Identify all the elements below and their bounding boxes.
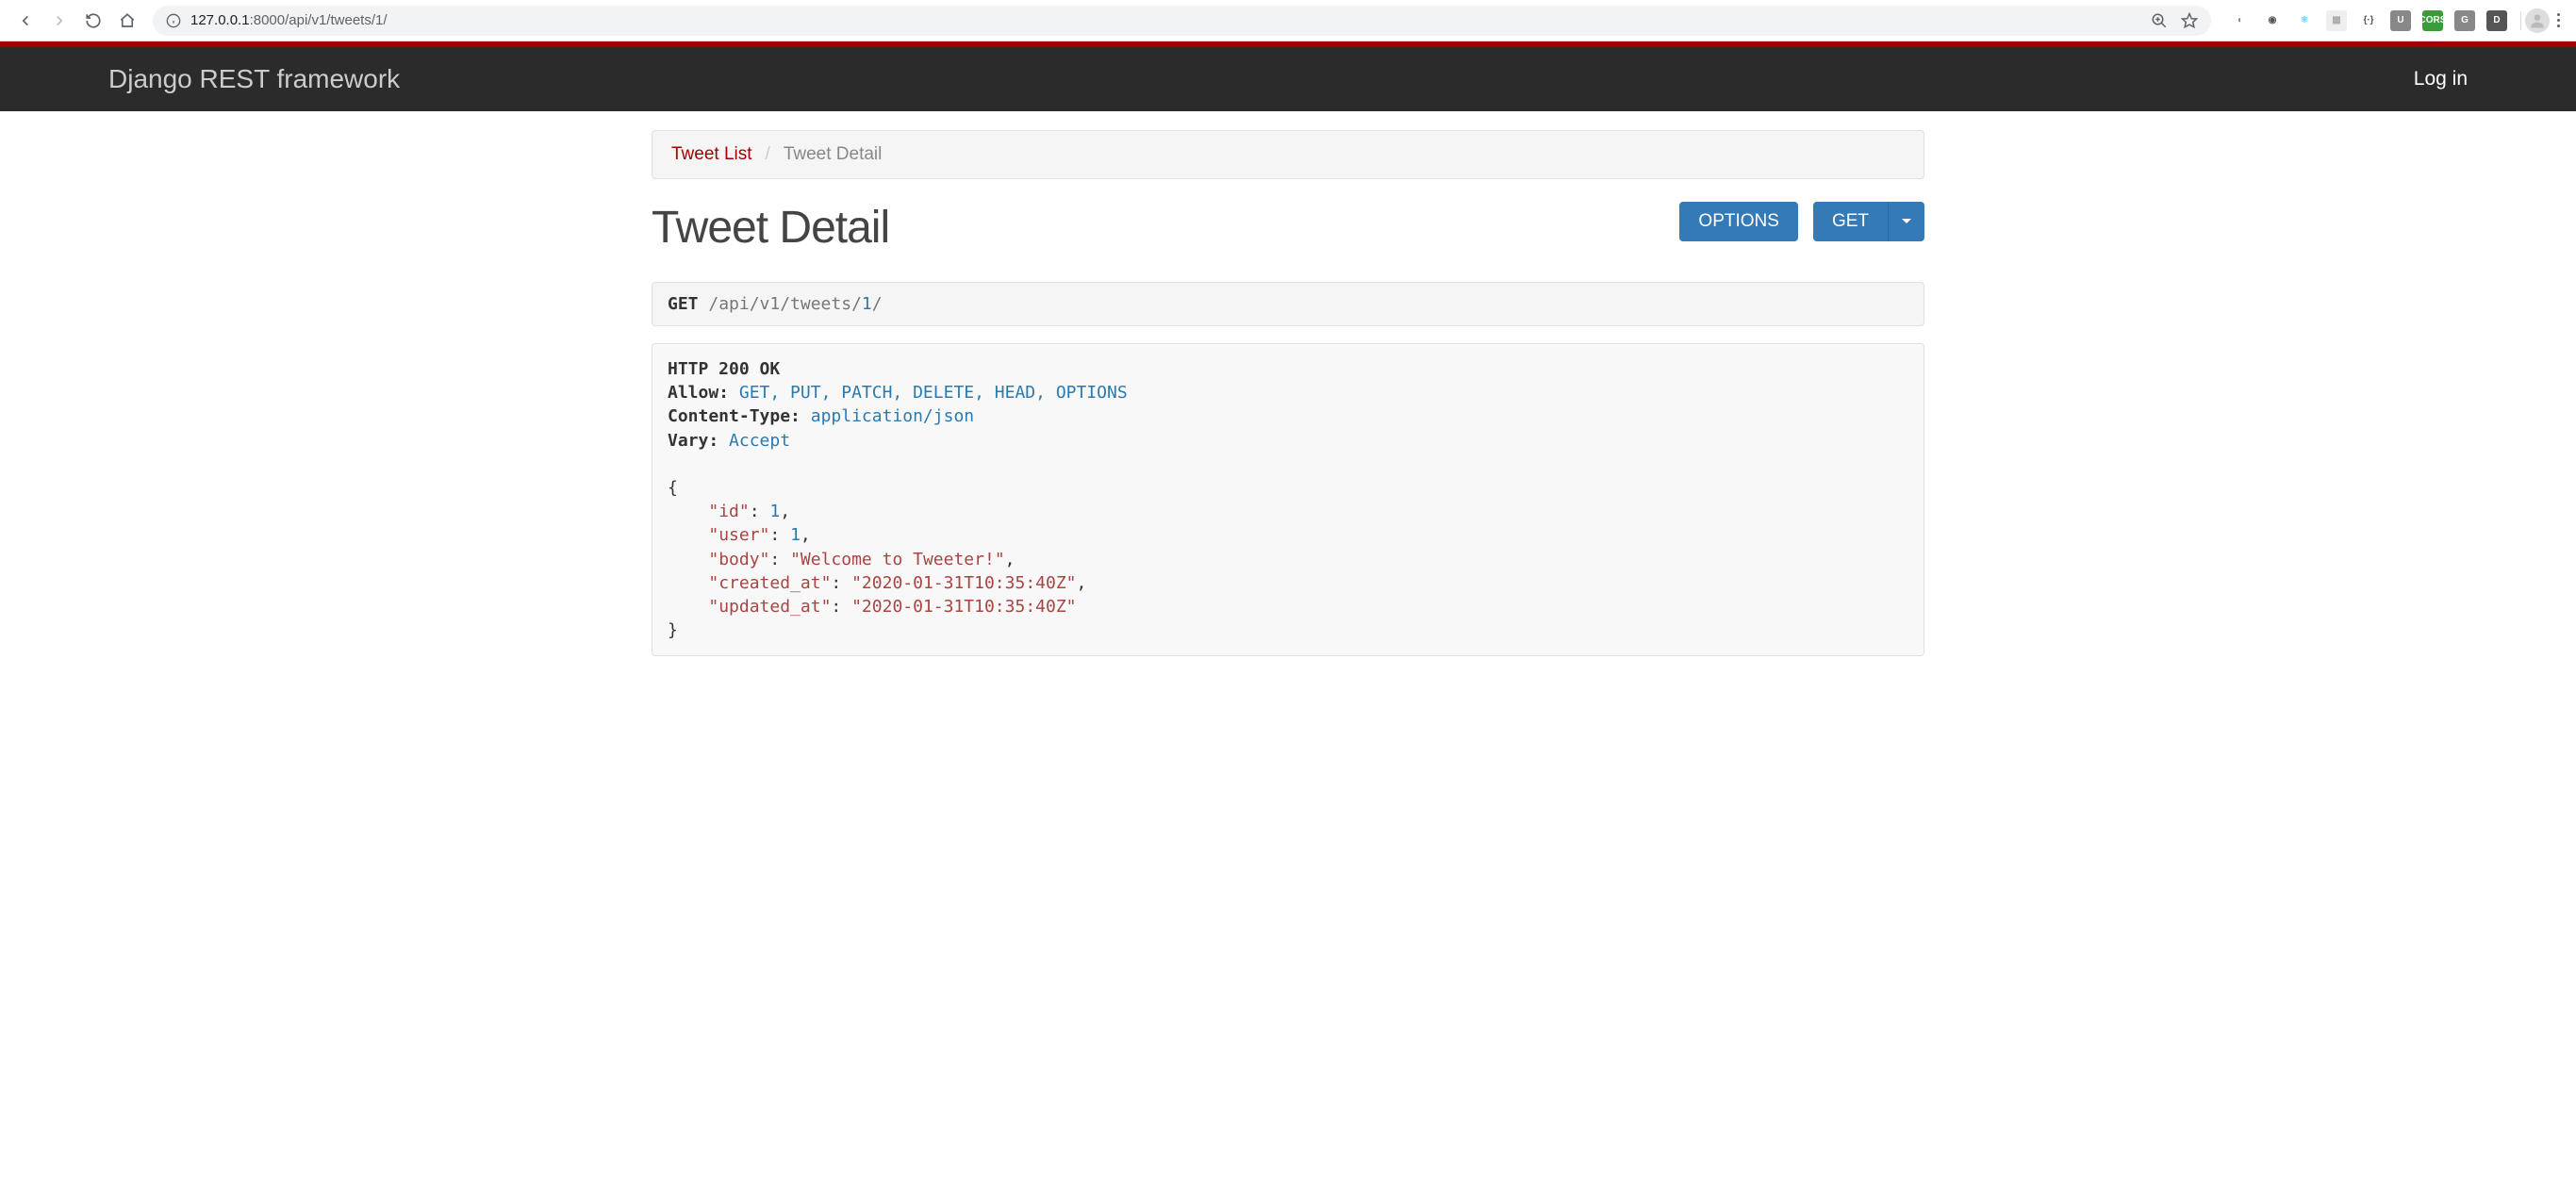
header-value: Accept bbox=[718, 431, 790, 451]
d-icon[interactable]: D bbox=[2486, 10, 2507, 31]
nav-buttons bbox=[9, 12, 143, 29]
g-icon[interactable]: G bbox=[2454, 10, 2475, 31]
breadcrumb-parent[interactable]: Tweet List bbox=[671, 144, 752, 165]
request-path-prefix: /api/v1/tweets/ bbox=[699, 294, 862, 314]
login-link[interactable]: Log in bbox=[2414, 68, 2468, 90]
zoom-icon[interactable] bbox=[2151, 12, 2168, 29]
home-icon[interactable] bbox=[119, 12, 136, 29]
opera-icon[interactable]: ◐ bbox=[2230, 10, 2251, 31]
react-icon[interactable]: ⚛ bbox=[2294, 10, 2315, 31]
browser-menu-icon[interactable] bbox=[2550, 13, 2567, 27]
request-bar: GET /api/v1/tweets/1/ bbox=[652, 282, 1924, 326]
browser-chrome: 127.0.0.1:8000/api/v1/tweets/1/ ◐ ◉ ⚛ ▦ {·} U… bbox=[0, 0, 2576, 41]
url-text: 127.0.0.1:8000/api/v1/tweets/1/ bbox=[190, 12, 388, 28]
site-info-icon[interactable] bbox=[166, 13, 181, 28]
u-icon[interactable]: U bbox=[2390, 10, 2411, 31]
cors-icon[interactable]: CORS bbox=[2422, 10, 2443, 31]
header-name: Content-Type: bbox=[668, 406, 801, 426]
request-path-id: 1 bbox=[862, 294, 872, 314]
page-title: Tweet Detail bbox=[652, 202, 889, 254]
main-container: Tweet List / Tweet Detail Tweet Detail O… bbox=[652, 111, 1924, 675]
breadcrumb-current: Tweet Detail bbox=[784, 144, 883, 165]
brackets-icon[interactable]: {·} bbox=[2358, 10, 2379, 31]
response-panel: HTTP 200 OK Allow: GET, PUT, PATCH, DELE… bbox=[652, 343, 1924, 656]
caret-down-icon bbox=[1902, 219, 1911, 223]
header-name: Allow: bbox=[668, 383, 729, 403]
profile-avatar[interactable] bbox=[2525, 8, 2550, 33]
get-dropdown-button[interactable] bbox=[1888, 202, 1924, 241]
navbar-brand[interactable]: Django REST framework bbox=[108, 64, 400, 94]
options-button[interactable]: OPTIONS bbox=[1679, 202, 1798, 241]
extension-icons: ◐ ◉ ⚛ ▦ {·} U CORS GD bbox=[2221, 10, 2517, 31]
grid-icon[interactable]: ▦ bbox=[2326, 10, 2347, 31]
navbar: Django REST framework Log in bbox=[0, 47, 2576, 111]
page-header: Tweet Detail OPTIONS GET bbox=[652, 202, 1924, 254]
back-icon[interactable] bbox=[17, 12, 34, 29]
page-actions: OPTIONS GET bbox=[1679, 202, 1924, 241]
forward-icon bbox=[51, 12, 68, 29]
circle-icon[interactable]: ◉ bbox=[2262, 10, 2283, 31]
breadcrumb-separator: / bbox=[766, 144, 770, 165]
status-line: HTTP 200 OK bbox=[668, 359, 780, 379]
request-method: GET bbox=[668, 294, 699, 314]
header-name: Vary: bbox=[668, 431, 718, 451]
star-icon[interactable] bbox=[2181, 12, 2198, 29]
get-button-group: GET bbox=[1813, 202, 1924, 241]
header-value: GET, PUT, PATCH, DELETE, HEAD, OPTIONS bbox=[729, 383, 1128, 403]
request-path-suffix: / bbox=[872, 294, 883, 314]
url-bar[interactable]: 127.0.0.1:8000/api/v1/tweets/1/ bbox=[153, 6, 2211, 36]
reload-icon[interactable] bbox=[85, 12, 102, 29]
get-button[interactable]: GET bbox=[1813, 202, 1888, 241]
separator bbox=[2520, 11, 2521, 30]
header-value: application/json bbox=[801, 406, 974, 426]
breadcrumb: Tweet List / Tweet Detail bbox=[652, 130, 1924, 179]
